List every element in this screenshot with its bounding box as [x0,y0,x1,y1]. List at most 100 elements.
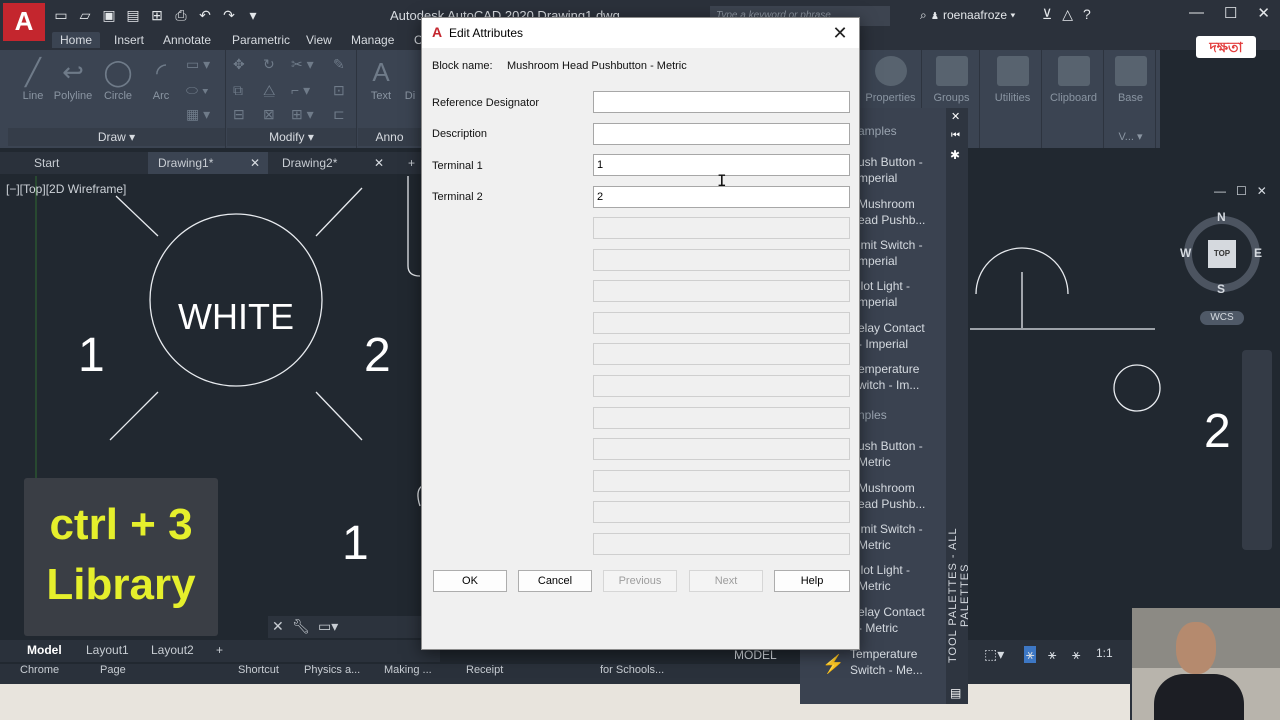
user-menu[interactable]: ⌕ ♟ roenaafroze ▾ [920,8,1015,23]
utilities-panel[interactable]: Utilities [984,50,1042,148]
tab-insert[interactable]: Insert [106,32,152,48]
viewport-controls[interactable]: [−][Top][2D Wireframe] [6,182,126,196]
customize-icon[interactable]: 🔧︎ [292,618,310,635]
annotation-visibility-icon[interactable]: ⚹ [1024,646,1037,663]
hatch-icon[interactable]: ▦ ▾ [186,106,210,123]
trim-icon[interactable]: ✂ ▾ [291,56,314,73]
rotate-icon[interactable]: ↻ [263,56,275,73]
tab-drawing1[interactable]: Drawing1* ✕ [148,152,268,174]
polyline-tool[interactable]: ↩ Polyline [48,54,98,102]
annotation-scale-icon[interactable]: ⚹ [1072,646,1080,663]
web-icon[interactable]: ⊞ [148,7,166,24]
palette-section-header[interactable]: amples [858,124,897,138]
cancel-button[interactable]: Cancel [518,570,592,592]
erase-icon[interactable]: ✎ [333,56,345,73]
modify-panel-title[interactable]: Modify ▾ [227,128,356,146]
tab-annotate[interactable]: Annotate [155,32,219,48]
array-icon[interactable]: ⊞ ▾ [291,106,314,123]
tab-model[interactable]: Model [27,643,62,657]
print-icon[interactable]: ⎙ [172,7,190,24]
annotation-autoscale-icon[interactable]: ⚹ [1048,646,1056,663]
palette-item[interactable]: Temperature Switch - Me... [850,646,923,678]
annotation-panel-title[interactable]: Anno [358,128,421,146]
palette-item[interactable]: Mushroom ead Pushb... [858,480,925,512]
taskbar-item[interactable]: Shortcut [238,664,279,676]
viewcube-top[interactable]: TOP [1208,240,1236,268]
undo-icon[interactable]: ↶ [196,7,214,24]
palette-item[interactable]: ilot Light - mperial [858,278,910,310]
palette-item[interactable]: imit Switch - Metric [858,521,923,553]
circle-tool[interactable]: ◯ Circle [100,54,136,102]
palette-section-header[interactable]: nples [858,408,887,422]
tab-drawing2[interactable]: Drawing2* ✕ [272,152,392,174]
maximize-icon[interactable]: ☐ [1224,4,1237,22]
add-layout-icon[interactable]: + [216,643,223,657]
palette-item[interactable]: elay Contact - Imperial [858,320,925,352]
close-tab-icon[interactable]: ✕ [250,152,260,174]
palette-menu-icon[interactable]: ▤ [950,686,961,700]
palette-item[interactable]: elay Contact - Metric [858,604,925,636]
offset-icon[interactable]: ⊏ [333,106,345,123]
description-field[interactable] [593,123,850,145]
save-icon[interactable]: ▣ [100,7,118,24]
draw-panel-title[interactable]: Draw ▾ [8,128,225,146]
tab-home[interactable]: Home [52,32,101,48]
previous-button[interactable]: Previous [603,570,677,592]
annotation-scale-value[interactable]: 1:1 [1096,646,1113,660]
reference-designator-field[interactable] [593,91,850,113]
explode-icon[interactable]: ⊡ [333,82,345,99]
palette-item[interactable]: Mushroom ead Pushb... [858,196,925,228]
fillet-icon[interactable]: ⌐ ▾ [291,82,310,99]
dialog-close-button[interactable]: ✕ [829,22,851,44]
cart-icon[interactable]: ⊻ [1042,6,1052,23]
rectangle-icon[interactable]: ▭ ▾ [186,56,210,73]
taskbar-item[interactable]: Physics a... [304,664,360,676]
palette-settings-icon[interactable]: ✱ [950,148,960,162]
tab-layout2[interactable]: Layout2 [151,643,194,657]
help-icon[interactable]: ? [1083,6,1091,23]
minimize-icon[interactable]: — [1189,4,1204,22]
ellipse-icon[interactable]: ⬭ ▾ [186,82,209,99]
ok-button[interactable]: OK [433,570,507,592]
app-logo[interactable]: A [3,3,45,41]
close-command-icon[interactable]: ✕ [272,618,284,635]
move-icon[interactable]: ✥ [233,56,245,73]
viewport-window-controls[interactable]: —☐✕ [1214,184,1277,198]
viewport-icon[interactable]: ⬚▾ [984,646,1004,663]
tab-layout1[interactable]: Layout1 [86,643,129,657]
palette-item[interactable]: ush Button - mperial [858,154,923,186]
text-tool[interactable]: A Text [364,54,398,102]
tab-manage[interactable]: Manage [343,32,402,48]
redo-icon[interactable]: ↷ [220,7,238,24]
base-panel[interactable]: Base V... ▾ [1106,50,1156,148]
arc-tool[interactable]: ◜ Arc [146,54,176,102]
a360-icon[interactable]: △ [1062,6,1073,23]
model-space-toggle[interactable]: MODEL [734,648,777,662]
tab-parametric[interactable]: Parametric [224,32,298,48]
palette-item[interactable]: ush Button - Metric [858,438,923,470]
new-icon[interactable]: ▭ [52,7,70,24]
taskbar-item[interactable]: Making ... [384,664,432,676]
navigation-bar[interactable] [1242,350,1272,550]
copy-icon[interactable]: ⧉ [233,82,243,99]
command-line[interactable]: ✕ 🔧︎ ▭▾ [268,616,438,638]
binoculars-icon[interactable]: ⌕ [920,8,930,22]
taskbar-item[interactable]: Chrome [20,664,59,676]
tab-view[interactable]: View [298,32,340,48]
mirror-icon[interactable]: ⧋ [263,82,276,99]
command-history-icon[interactable]: ▭▾ [318,618,338,635]
palette-item[interactable]: ilot Light - Metric [858,562,910,594]
taskbar-item[interactable]: Receipt [466,664,503,676]
viewcube[interactable]: TOP N S E W [1180,210,1262,296]
open-icon[interactable]: ▱ [76,7,94,24]
close-tab-icon[interactable]: ✕ [374,152,384,174]
stretch-icon[interactable]: ⊟ [233,106,245,123]
dimension-tool[interactable]: Di [400,90,420,102]
taskbar-item[interactable]: Page [100,664,126,676]
autohide-icon[interactable]: ⏮ [951,130,960,141]
palette-item[interactable]: imit Switch - mperial [858,237,923,269]
next-button[interactable]: Next [689,570,763,592]
scale-icon[interactable]: ⊠ [263,106,275,123]
view-panel-label[interactable]: V... ▾ [1106,130,1155,143]
help-button[interactable]: Help [774,570,850,592]
